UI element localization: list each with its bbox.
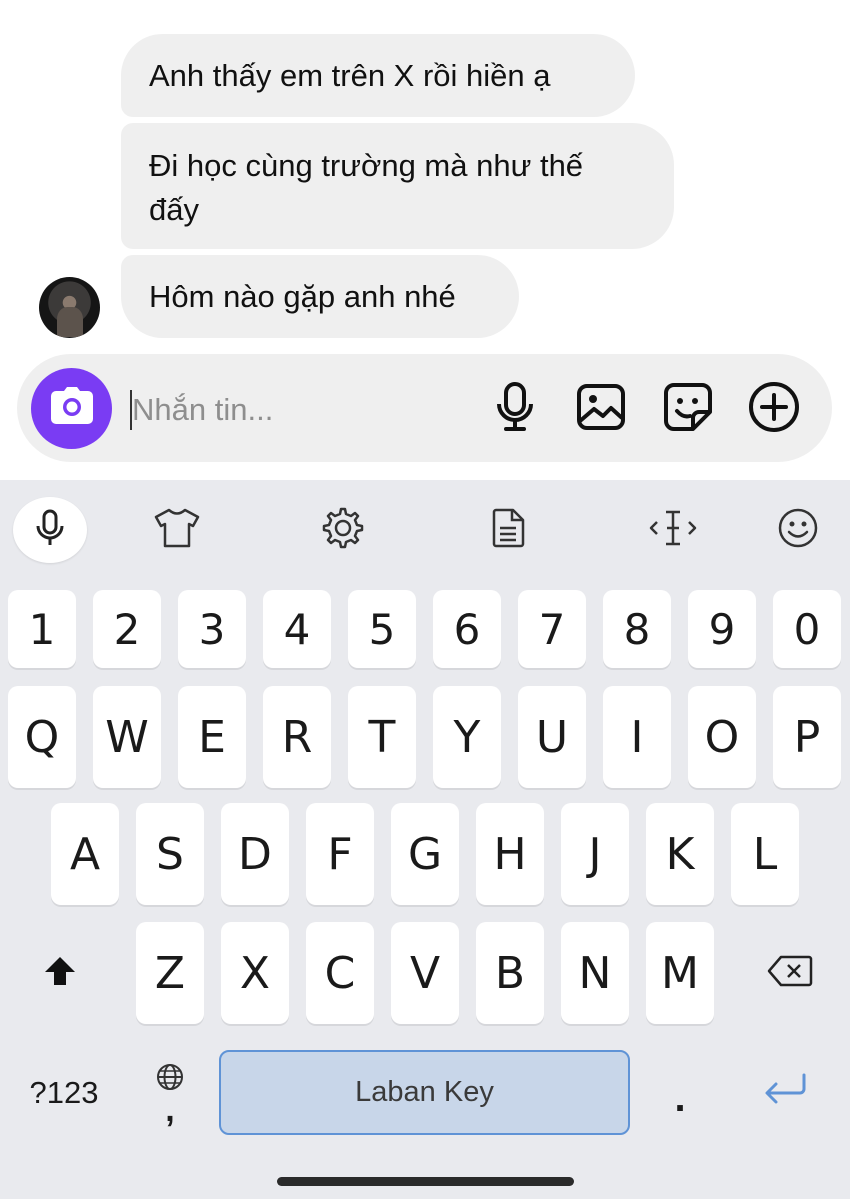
period-key[interactable]: . — [650, 1050, 710, 1135]
backspace-key[interactable] — [750, 922, 830, 1024]
key-r[interactable]: R — [263, 686, 331, 788]
message-text: Hôm nào gặp anh nhé — [149, 279, 456, 314]
key-k[interactable]: K — [646, 803, 714, 905]
key-v[interactable]: V — [391, 922, 459, 1024]
key-i[interactable]: I — [603, 686, 671, 788]
camera-icon — [50, 387, 94, 430]
key-e[interactable]: E — [178, 686, 246, 788]
keyboard-voice-button[interactable] — [13, 497, 87, 563]
shift-icon — [43, 954, 77, 993]
key-b[interactable]: B — [476, 922, 544, 1024]
comma-label: , — [165, 1091, 175, 1129]
key-d[interactable]: D — [221, 803, 289, 905]
key-o[interactable]: O — [688, 686, 756, 788]
message-bubble[interactable]: Đi học cùng trường mà như thế đấy — [121, 123, 674, 249]
key-3[interactable]: 3 — [178, 590, 246, 668]
key-4[interactable]: 4 — [263, 590, 331, 668]
key-w[interactable]: W — [93, 686, 161, 788]
camera-button[interactable] — [31, 368, 112, 449]
enter-key[interactable] — [745, 1050, 825, 1135]
key-l[interactable]: L — [731, 803, 799, 905]
key-8[interactable]: 8 — [603, 590, 671, 668]
add-icon — [748, 381, 800, 438]
key-m[interactable]: M — [646, 922, 714, 1024]
key-z[interactable]: Z — [136, 922, 204, 1024]
enter-icon — [762, 1073, 808, 1112]
key-q[interactable]: Q — [8, 686, 76, 788]
cursor-control-button[interactable] — [636, 497, 710, 563]
key-p[interactable]: P — [773, 686, 841, 788]
sticker-icon — [663, 382, 713, 437]
key-0[interactable]: 0 — [773, 590, 841, 668]
key-1[interactable]: 1 — [8, 590, 76, 668]
backspace-icon — [767, 955, 813, 992]
message-text: Anh thấy em trên X rồi hiền ạ — [149, 58, 551, 93]
clipboard-button[interactable] — [471, 497, 545, 563]
message-input[interactable]: Nhắn tin... — [132, 388, 273, 432]
key-6[interactable]: 6 — [433, 590, 501, 668]
key-u[interactable]: U — [518, 686, 586, 788]
keyboard: 1 2 3 4 5 6 7 8 9 0 Q W E R T Y U I O P … — [0, 480, 850, 1199]
shift-key[interactable] — [20, 922, 100, 1024]
key-y[interactable]: Y — [433, 686, 501, 788]
key-7[interactable]: 7 — [518, 590, 586, 668]
message-bubble[interactable]: Anh thấy em trên X rồi hiền ạ — [121, 34, 635, 117]
emoji-icon — [777, 507, 819, 554]
language-comma-key[interactable]: , — [140, 1050, 200, 1135]
gear-icon — [321, 506, 365, 555]
key-h[interactable]: H — [476, 803, 544, 905]
emoji-button[interactable] — [761, 497, 835, 563]
space-key[interactable]: Laban Key — [219, 1050, 630, 1135]
key-2[interactable]: 2 — [93, 590, 161, 668]
cursor-icon — [649, 508, 697, 553]
key-g[interactable]: G — [391, 803, 459, 905]
message-composer: Nhắn tin... — [17, 354, 832, 462]
home-indicator[interactable] — [277, 1177, 574, 1186]
gallery-icon — [576, 383, 626, 436]
key-x[interactable]: X — [221, 922, 289, 1024]
gallery-button[interactable] — [575, 383, 627, 435]
settings-button[interactable] — [306, 497, 380, 563]
microphone-icon — [495, 381, 535, 437]
avatar[interactable] — [39, 277, 100, 338]
microphone-icon — [35, 509, 65, 552]
key-5[interactable]: 5 — [348, 590, 416, 668]
message-text: Đi học cùng trường mà như thế đấy — [149, 148, 584, 227]
key-s[interactable]: S — [136, 803, 204, 905]
message-bubble[interactable]: Hôm nào gặp anh nhé — [121, 255, 519, 338]
conversation-area: Anh thấy em trên X rồi hiền ạ Đi học cùn… — [0, 0, 850, 480]
voice-message-button[interactable] — [489, 381, 541, 437]
key-9[interactable]: 9 — [688, 590, 756, 668]
symbols-key[interactable]: ?123 — [14, 1050, 114, 1135]
key-f[interactable]: F — [306, 803, 374, 905]
sticker-button[interactable] — [662, 382, 714, 437]
key-a[interactable]: A — [51, 803, 119, 905]
key-j[interactable]: J — [561, 803, 629, 905]
clipboard-icon — [491, 508, 525, 553]
more-button[interactable] — [748, 381, 800, 438]
key-c[interactable]: C — [306, 922, 374, 1024]
key-n[interactable]: N — [561, 922, 629, 1024]
theme-button[interactable] — [140, 497, 214, 563]
key-t[interactable]: T — [348, 686, 416, 788]
shirt-icon — [153, 507, 201, 554]
